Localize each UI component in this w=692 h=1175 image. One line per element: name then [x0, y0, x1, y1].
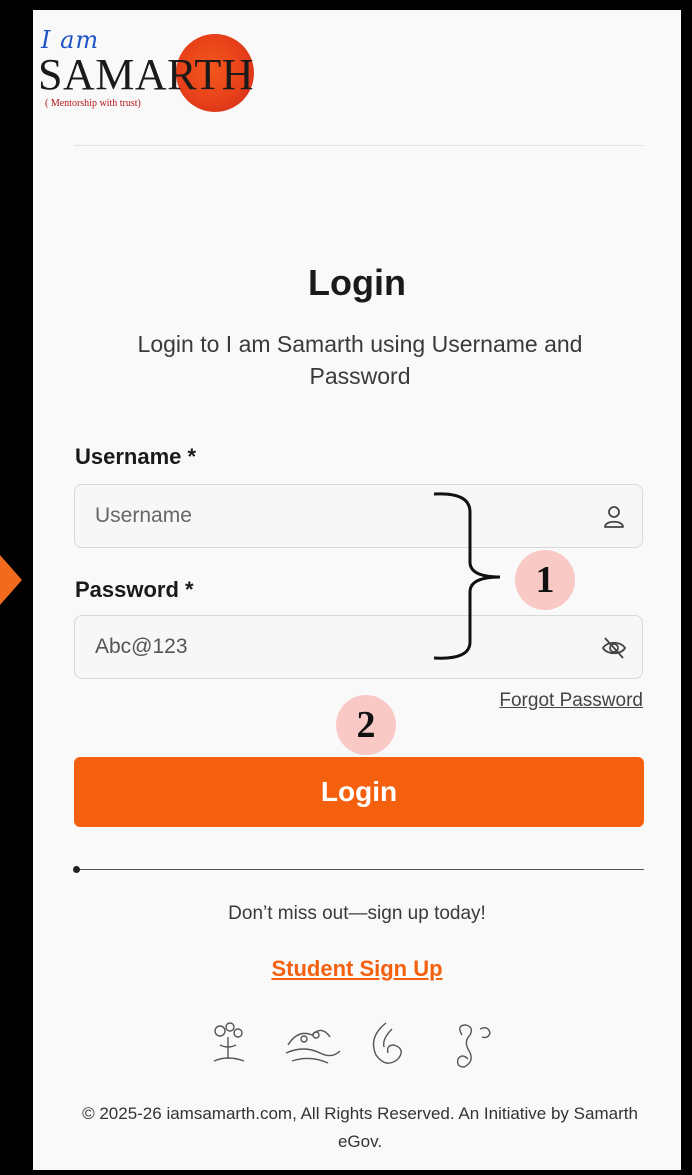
annotation-marker-2: 2 — [336, 695, 396, 755]
spiral-icon — [456, 1024, 491, 1068]
logo-tagline: ( Mentorship with trust) — [45, 98, 141, 109]
student-signup-link[interactable]: Student Sign Up — [33, 956, 681, 982]
username-field-container — [74, 484, 643, 548]
divider-dot — [73, 866, 80, 873]
logo-brand-text: SAMARTH — [38, 50, 255, 99]
section-divider — [77, 869, 644, 870]
forgot-password-link[interactable]: Forgot Password — [470, 690, 643, 712]
eye-off-icon[interactable] — [600, 634, 628, 662]
username-label: Username * — [75, 444, 197, 469]
annotation-marker-1: 1 — [515, 550, 575, 610]
wind-swirl-icon — [372, 1022, 402, 1064]
page-subtitle: Login to I am Samarth using Username and… — [137, 331, 583, 389]
user-icon — [604, 506, 624, 528]
wave-icon — [285, 1029, 341, 1064]
footer-copyright: © 2025-26 iamsamarth.com, All Rights Res… — [82, 1104, 638, 1151]
password-field-container — [74, 615, 643, 679]
header-divider — [74, 145, 644, 146]
decorative-motifs — [213, 1022, 491, 1068]
sprout-icon — [213, 1022, 245, 1062]
login-button[interactable]: Login — [74, 757, 644, 827]
password-label: Password * — [75, 577, 194, 602]
page-title: Login — [308, 262, 406, 303]
signup-prompt: Don’t miss out—sign up today! — [228, 903, 486, 924]
annotation-bracket — [433, 492, 501, 660]
